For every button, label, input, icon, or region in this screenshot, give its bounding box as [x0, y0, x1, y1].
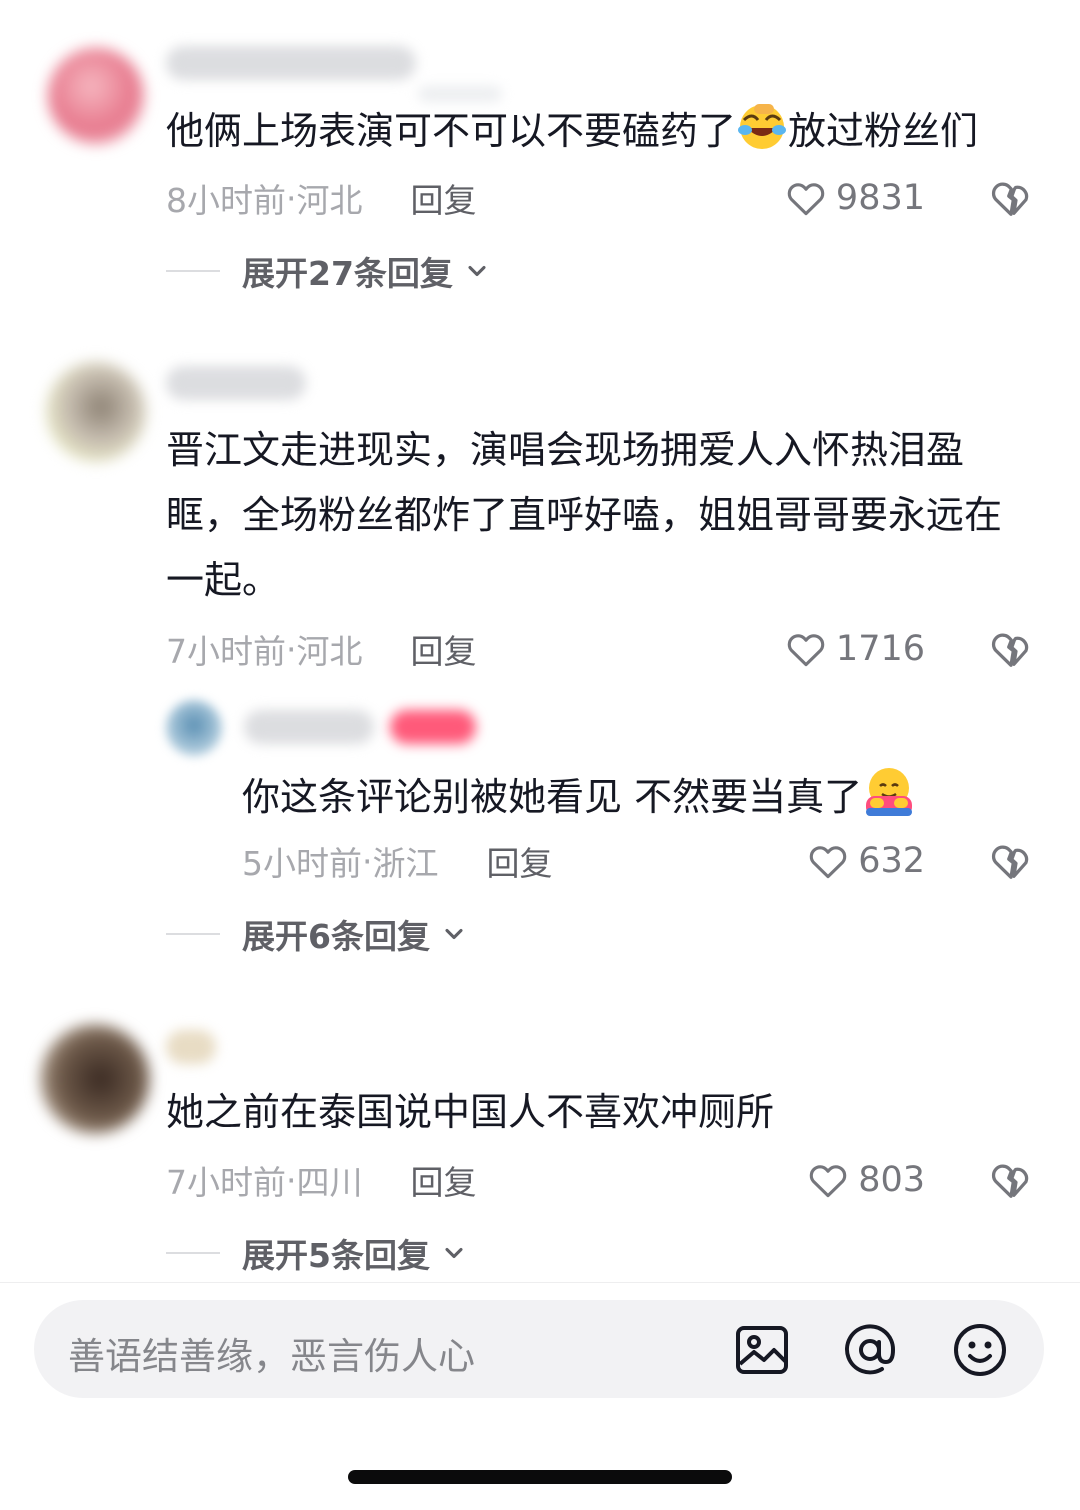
like-count: 803 [858, 1160, 925, 1200]
heart-icon [784, 627, 828, 671]
location: 浙江 [372, 844, 439, 883]
like-count: 1716 [835, 629, 925, 669]
comment-text[interactable]: 她之前在泰国说中国人不喜欢冲厕所 [166, 1080, 1026, 1145]
username[interactable] [166, 46, 416, 80]
broken-heart-icon[interactable] [988, 626, 1034, 672]
like-button[interactable]: 803 [806, 1155, 925, 1205]
reply-button[interactable]: 回复 [411, 1156, 477, 1204]
comment-input[interactable]: 善语结善缘，恶言伤人心 [34, 1300, 1044, 1398]
broken-heart-icon[interactable] [988, 838, 1034, 884]
broken-heart-icon[interactable] [988, 175, 1034, 221]
reply-badge [390, 710, 476, 744]
chevron-down-icon [440, 920, 468, 948]
like-count: 9831 [835, 178, 925, 218]
username[interactable] [166, 1030, 216, 1064]
reply-username[interactable] [244, 710, 374, 744]
avatar[interactable] [48, 48, 144, 144]
face-with-tears-of-joy-icon [736, 100, 788, 172]
at-mention-icon[interactable] [842, 1322, 898, 1378]
location: 河北 [296, 632, 363, 671]
reply-button[interactable]: 回复 [411, 625, 477, 673]
reply-meta: 5小时前 · 浙江 回复 [242, 836, 553, 886]
chevron-down-icon [440, 1239, 468, 1267]
broken-heart-icon[interactable] [988, 1157, 1034, 1203]
chevron-down-icon [463, 257, 491, 285]
image-icon[interactable] [734, 1322, 790, 1378]
reply-button[interactable]: 回复 [411, 174, 477, 222]
comment-meta: 8小时前 · 河北 回复 [166, 173, 477, 223]
heart-icon [806, 1158, 850, 1202]
divider [166, 270, 220, 272]
divider [166, 1252, 220, 1254]
timestamp: 8小时前 [166, 181, 286, 220]
comment-text[interactable]: 晋江文走进现实，演唱会现场拥爱人入怀热泪盈眶，全场粉丝都炸了直呼好嗑，姐姐哥哥要… [166, 418, 1021, 613]
avatar[interactable] [40, 1024, 150, 1134]
comment-meta: 7小时前 · 河北 回复 [166, 624, 477, 674]
location: 四川 [296, 1163, 363, 1202]
hugging-face-icon [862, 764, 916, 838]
heart-icon [784, 176, 828, 220]
expand-replies-button[interactable]: 展开6条回复 [166, 909, 468, 959]
timestamp: 5小时前 [242, 844, 362, 883]
comment-input-placeholder: 善语结善缘，恶言伤人心 [68, 1335, 475, 1378]
username[interactable] [166, 366, 306, 400]
like-button[interactable]: 632 [806, 836, 925, 886]
location: 河北 [296, 181, 363, 220]
comment-meta: 7小时前 · 四川 回复 [166, 1155, 477, 1205]
reply-button[interactable]: 回复 [487, 837, 553, 885]
timestamp: 7小时前 [166, 632, 286, 671]
emoji-icon[interactable] [952, 1322, 1008, 1378]
expand-replies-button[interactable]: 展开5条回复 [166, 1228, 468, 1278]
divider [166, 933, 220, 935]
timestamp: 7小时前 [166, 1163, 286, 1202]
like-count: 632 [858, 841, 925, 881]
like-button[interactable]: 1716 [784, 624, 925, 674]
like-button[interactable]: 9831 [784, 173, 925, 223]
avatar[interactable] [46, 362, 146, 462]
expand-replies-button[interactable]: 展开27条回复 [166, 246, 491, 296]
home-indicator[interactable] [348, 1470, 732, 1484]
reply-text[interactable]: 你这条评论别被她看见 不然要当真了 [242, 764, 1022, 838]
heart-icon [806, 839, 850, 883]
comment-text[interactable]: 他俩上场表演可不可以不要磕药了 放过粉丝们 [166, 99, 1026, 172]
reply-avatar[interactable] [166, 700, 222, 756]
